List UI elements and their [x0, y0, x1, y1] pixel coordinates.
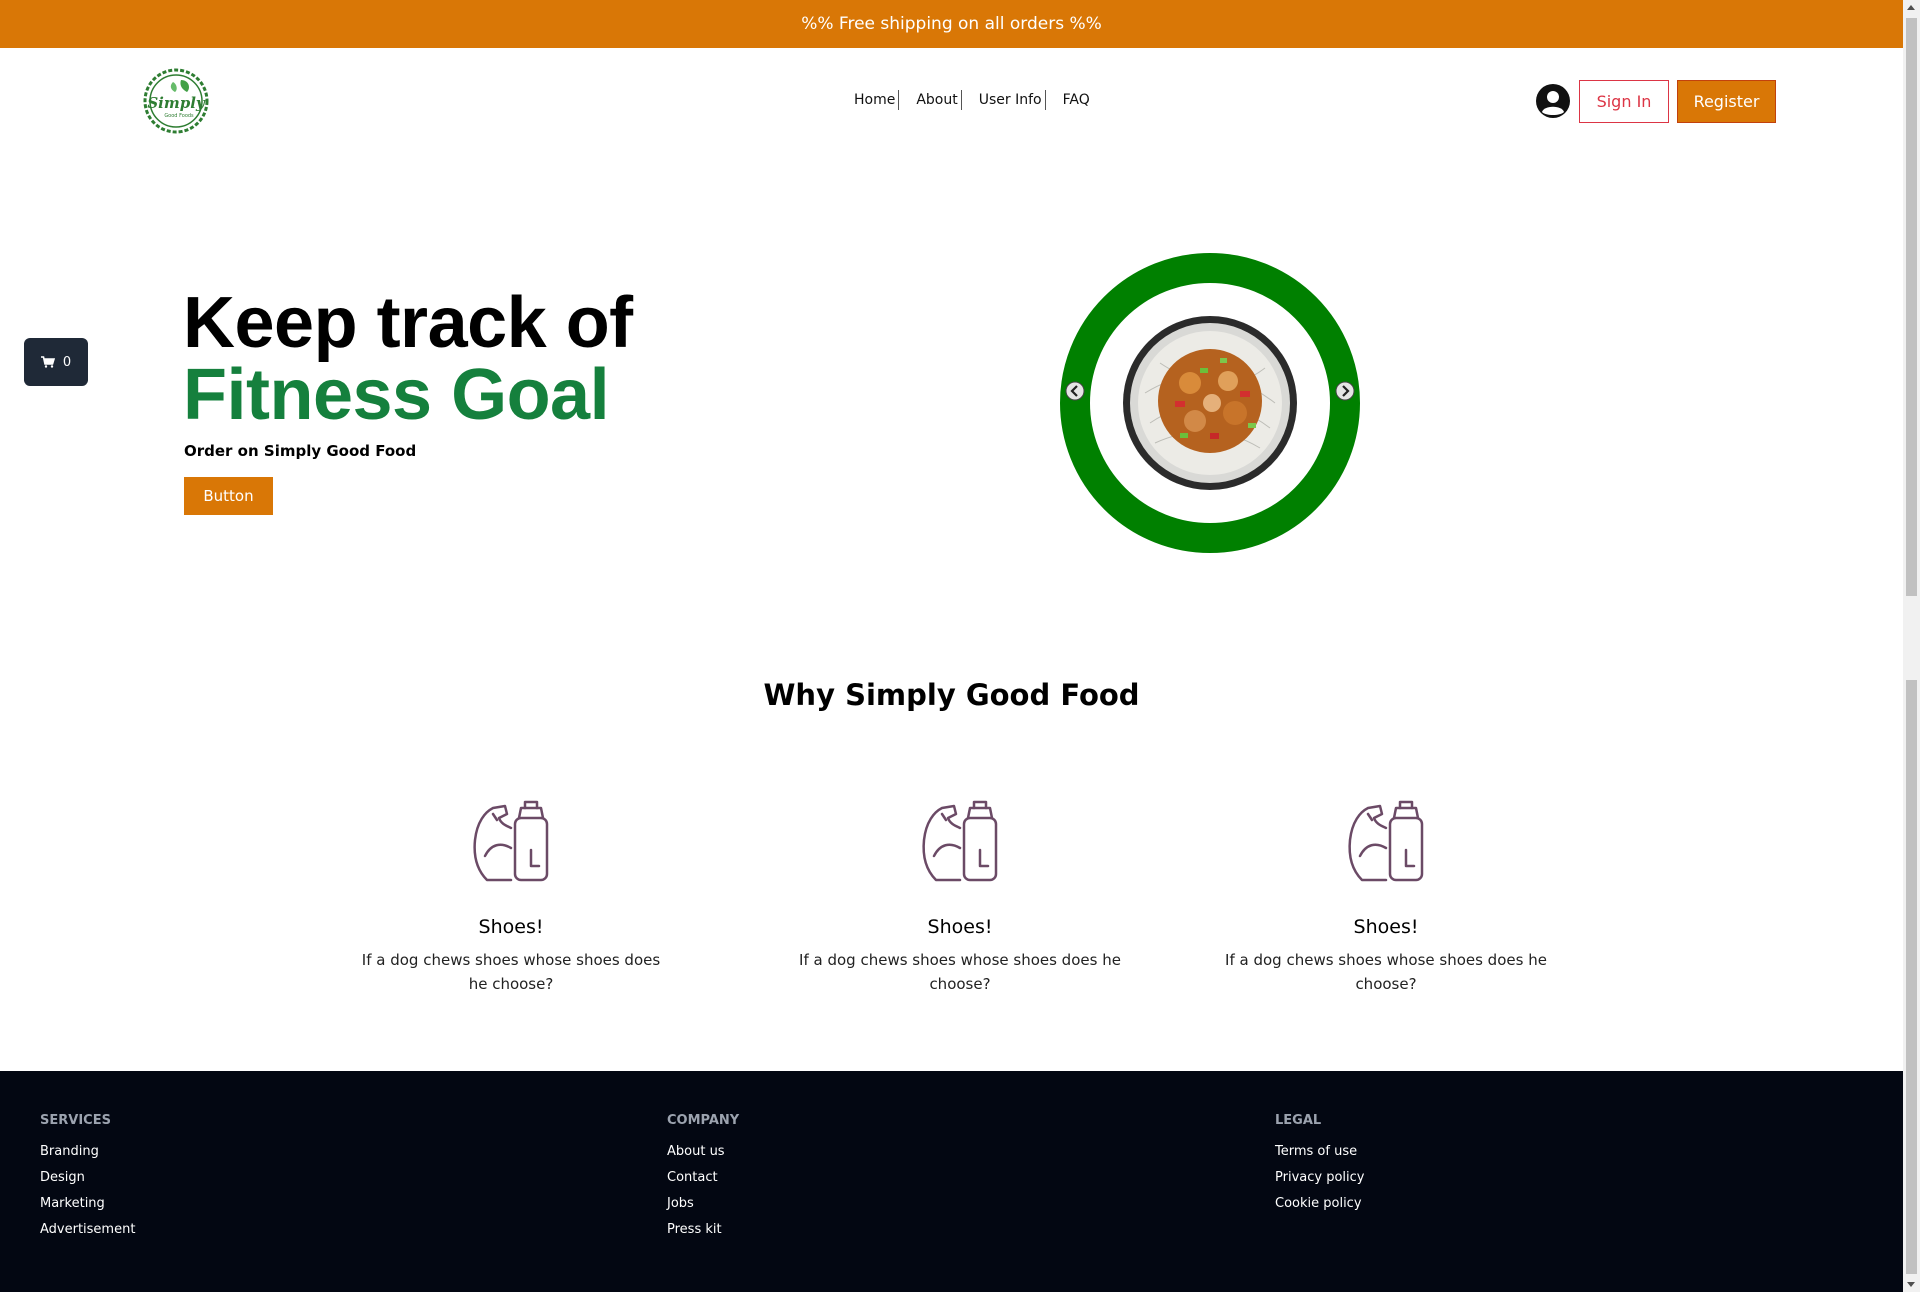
site-header: Simply Good Foods Home About User Info F…	[0, 48, 1903, 154]
footer-link-design[interactable]: Design	[40, 1170, 135, 1185]
cart-icon	[40, 356, 55, 368]
hero-title-line2: Fitness Goal	[183, 355, 610, 435]
feature-card: Shoes! If a dog chews shoes whose shoes …	[773, 800, 1147, 996]
footer-link-jobs[interactable]: Jobs	[667, 1196, 739, 1211]
footer-link-advertisement[interactable]: Advertisement	[40, 1222, 135, 1237]
announcement-bar: %% Free shipping on all orders %%	[0, 0, 1903, 48]
footer-link-contact[interactable]: Contact	[667, 1170, 739, 1185]
feature-text: If a dog chews shoes whose shoes does he…	[361, 951, 661, 993]
footer-services: SERVICES Branding Design Marketing Adver…	[40, 1113, 135, 1248]
feature-card: Shoes! If a dog chews shoes whose shoes …	[351, 800, 671, 996]
footer-link-about-us[interactable]: About us	[667, 1144, 739, 1159]
footer-link-cookie[interactable]: Cookie policy	[1275, 1196, 1364, 1211]
nav-home[interactable]: Home	[853, 92, 896, 108]
feature-text: If a dog chews shoes whose shoes does he…	[799, 951, 1121, 993]
feature-title: Shoes!	[478, 916, 544, 938]
footer-legal: LEGAL Terms of use Privacy policy Cookie…	[1275, 1113, 1364, 1222]
feature-title: Shoes!	[927, 916, 993, 938]
chevron-right-icon[interactable]	[1335, 381, 1355, 401]
footer-link-terms[interactable]: Terms of use	[1275, 1144, 1364, 1159]
sign-in-button[interactable]: Sign In	[1579, 80, 1669, 123]
section-title: Why Simply Good Food	[763, 678, 1140, 712]
food-bowl-image	[1123, 316, 1297, 490]
hero-button[interactable]: Button	[184, 477, 273, 515]
footer-link-privacy[interactable]: Privacy policy	[1275, 1170, 1364, 1185]
feature-title: Shoes!	[1353, 916, 1419, 938]
chevron-left-icon[interactable]	[1065, 381, 1085, 401]
nav-user-info[interactable]: User Info	[978, 92, 1043, 108]
footer-heading: LEGAL	[1275, 1113, 1322, 1128]
nav-about[interactable]: About	[915, 92, 958, 108]
register-button[interactable]: Register	[1677, 80, 1776, 123]
scrollbar-thumb[interactable]	[1906, 18, 1917, 596]
site-footer: SERVICES Branding Design Marketing Adver…	[0, 1071, 1903, 1292]
nav-faq[interactable]: FAQ	[1062, 92, 1091, 108]
hero-title-line1: Keep track of	[183, 283, 633, 363]
feature-text: If a dog chews shoes whose shoes does he…	[1225, 951, 1547, 993]
footer-heading: COMPANY	[667, 1113, 740, 1128]
muscle-bottle-icon	[922, 800, 998, 882]
feature-card: Shoes! If a dog chews shoes whose shoes …	[1199, 800, 1573, 996]
logo[interactable]: Simply Good Foods	[143, 68, 209, 134]
muscle-bottle-icon	[473, 800, 549, 882]
footer-company: COMPANY About us Contact Jobs Press kit	[667, 1113, 739, 1248]
page-scrollbar[interactable]	[1903, 0, 1920, 1292]
scroll-up-icon[interactable]	[1907, 5, 1915, 10]
scroll-down-icon[interactable]	[1907, 1282, 1915, 1287]
nav-divider	[898, 90, 900, 110]
nav-divider	[960, 90, 962, 110]
main-nav: Home About User Info FAQ	[853, 90, 1091, 110]
scrollbar-thumb[interactable]	[1906, 680, 1917, 1274]
muscle-bottle-icon	[1348, 800, 1424, 882]
footer-link-branding[interactable]: Branding	[40, 1144, 135, 1159]
food-carousel	[1060, 253, 1360, 553]
user-circle-icon[interactable]	[1535, 83, 1571, 119]
footer-heading: SERVICES	[40, 1113, 111, 1128]
logo-text: Simply	[147, 94, 206, 112]
footer-link-marketing[interactable]: Marketing	[40, 1196, 135, 1211]
footer-link-press-kit[interactable]: Press kit	[667, 1222, 739, 1237]
hero-title: Keep track of Fitness Goal	[183, 287, 633, 431]
cart-count: 0	[62, 354, 72, 370]
logo-subtext: Good Foods	[164, 113, 194, 119]
cart-button[interactable]: 0	[24, 338, 88, 386]
announcement-text: %% Free shipping on all orders %%	[801, 14, 1102, 34]
hero-subtitle: Order on Simply Good Food	[184, 442, 417, 460]
nav-divider	[1044, 90, 1046, 110]
